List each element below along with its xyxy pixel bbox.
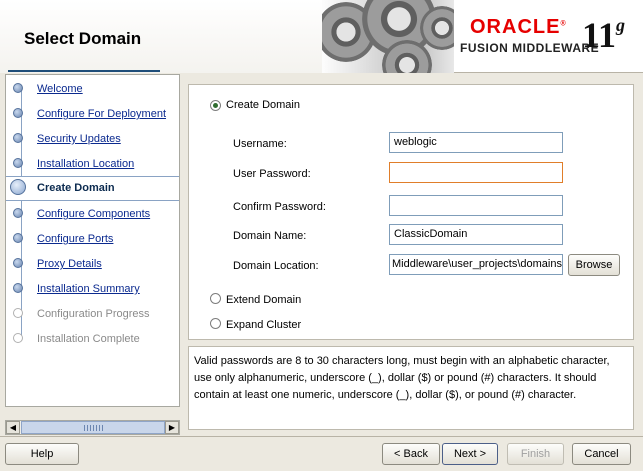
nav-item-label: Installation Summary xyxy=(37,283,140,295)
browse-button[interactable]: Browse xyxy=(568,254,620,276)
finish-button: Finish xyxy=(507,443,564,465)
gears-graphic xyxy=(322,0,454,73)
title-underline xyxy=(8,70,160,72)
fusion-middleware-label: FUSION MIDDLEWARE xyxy=(460,41,600,55)
nav-item-installation-summary[interactable]: Installation Summary xyxy=(6,278,179,300)
nav-item-label: Configure Ports xyxy=(37,233,114,245)
password-rules-info: Valid passwords are 8 to 30 characters l… xyxy=(188,346,634,430)
nav-item-installation-location[interactable]: Installation Location xyxy=(6,153,179,175)
cancel-button[interactable]: Cancel xyxy=(572,443,631,465)
domain-name-field[interactable]: ClassicDomain xyxy=(389,224,563,245)
scroll-grip-icon xyxy=(84,425,104,431)
domain-name-label: Domain Name: xyxy=(233,230,307,242)
nav-horizontal-scrollbar[interactable]: ◀ ▶ xyxy=(5,420,180,435)
nav-item-welcome[interactable]: Welcome xyxy=(6,78,179,100)
nav-item-security-updates[interactable]: Security Updates xyxy=(6,128,179,150)
help-button[interactable]: Help xyxy=(5,443,79,465)
scroll-thumb[interactable] xyxy=(21,421,165,434)
confirm-password-label: Confirm Password: xyxy=(233,201,326,213)
step-done-icon xyxy=(13,158,23,168)
step-done-icon xyxy=(13,108,23,118)
nav-item-label: Configuration Progress xyxy=(37,308,150,320)
next-button[interactable]: Next > xyxy=(442,443,498,465)
nav-item-label: Proxy Details xyxy=(37,258,102,270)
create-domain-label[interactable]: Create Domain xyxy=(226,99,300,111)
expand-cluster-radio[interactable] xyxy=(210,318,221,329)
back-button[interactable]: < Back xyxy=(382,443,440,465)
step-current-icon xyxy=(10,179,26,195)
username-label: Username: xyxy=(233,138,287,150)
nav-item-installation-complete: Installation Complete xyxy=(6,328,179,350)
confirm-password-field[interactable] xyxy=(389,195,563,216)
create-domain-radio[interactable] xyxy=(210,100,221,111)
extend-domain-radio[interactable] xyxy=(210,293,221,304)
step-done-icon xyxy=(13,283,23,293)
domain-options-panel: Create Domain Username: weblogic User Pa… xyxy=(188,84,634,340)
nav-item-label: Create Domain xyxy=(37,182,115,194)
nav-item-create-domain[interactable]: Create Domain xyxy=(6,176,179,201)
step-done-icon xyxy=(13,233,23,243)
nav-item-label: Configure Components xyxy=(37,208,151,220)
domain-location-field[interactable]: Middleware\user_projects\domains xyxy=(389,254,563,275)
nav-item-label: Configure For Deployment xyxy=(37,108,167,120)
step-done-icon xyxy=(13,258,23,268)
oracle-logo: ORACLE® xyxy=(470,16,567,38)
step-done-icon xyxy=(13,83,23,93)
scroll-right-arrow-icon[interactable]: ▶ xyxy=(165,421,179,434)
scroll-left-arrow-icon[interactable]: ◀ xyxy=(6,421,20,434)
header-banner: Select Domain ORACLE® FUSION MIDDLEWARE … xyxy=(0,0,643,73)
user-password-field[interactable] xyxy=(389,162,563,183)
nav-item-configure-components[interactable]: Configure Components xyxy=(6,203,179,225)
nav-item-configure-for-deployment[interactable]: Configure For Deployment xyxy=(6,103,179,125)
nav-item-label: Installation Location xyxy=(37,158,135,170)
user-password-label: User Password: xyxy=(233,168,311,180)
nav-item-label: Installation Complete xyxy=(37,333,140,345)
nav-item-configuration-progress: Configuration Progress xyxy=(6,303,179,325)
step-pending-icon xyxy=(13,333,23,343)
nav-item-configure-ports[interactable]: Configure Ports xyxy=(6,228,179,250)
nav-item-proxy-details[interactable]: Proxy Details xyxy=(6,253,179,275)
nav-item-label: Security Updates xyxy=(37,133,121,145)
version-logo: 11g xyxy=(582,15,626,55)
username-field[interactable]: weblogic xyxy=(389,132,563,153)
footer-divider xyxy=(0,436,643,437)
step-done-icon xyxy=(13,133,23,143)
expand-cluster-label[interactable]: Expand Cluster xyxy=(226,319,301,331)
page-title: Select Domain xyxy=(24,29,142,48)
step-navigator: Welcome Configure For Deployment Securit… xyxy=(5,74,180,407)
extend-domain-label[interactable]: Extend Domain xyxy=(226,294,301,306)
nav-item-label: Welcome xyxy=(37,83,83,95)
step-pending-icon xyxy=(13,308,23,318)
domain-location-label: Domain Location: xyxy=(233,260,319,272)
step-done-icon xyxy=(13,208,23,218)
